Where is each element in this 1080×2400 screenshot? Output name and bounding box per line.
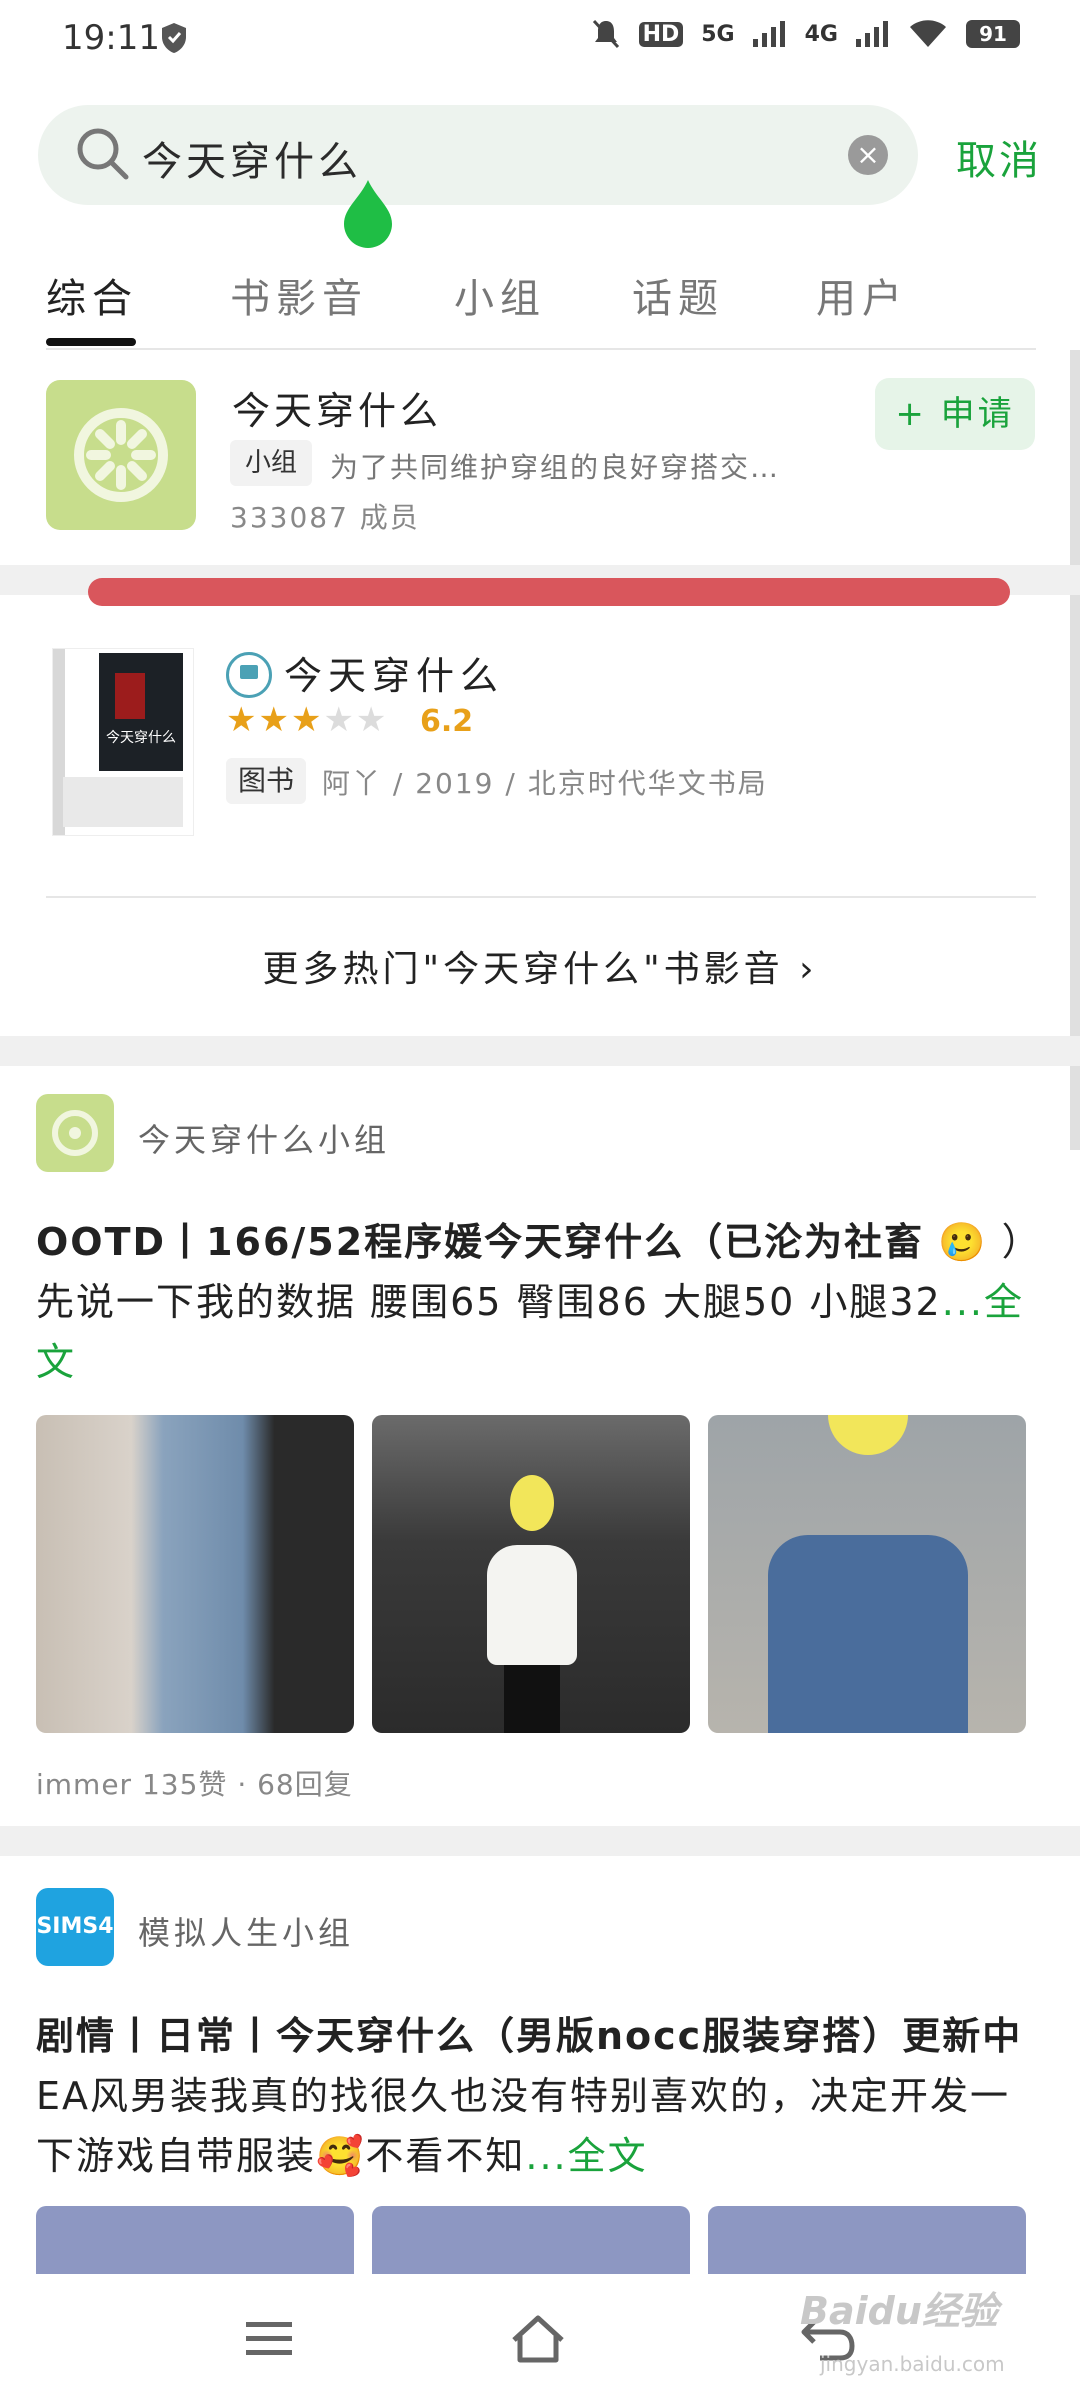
5g-label: 5G bbox=[701, 21, 735, 47]
home-icon[interactable] bbox=[508, 2314, 568, 2364]
battery-icon: 91 bbox=[966, 20, 1020, 48]
shield-icon bbox=[162, 23, 186, 53]
tab-indicator bbox=[46, 338, 136, 346]
post-content[interactable]: OOTD丨166/52程序媛今天穿什么（已沦为社畜 🥲 ）先说一下我的数据 腰围… bbox=[36, 1212, 1046, 1392]
book-cover[interactable]: 今天穿什么 bbox=[52, 648, 194, 836]
post-group-name[interactable]: 今天穿什么小组 bbox=[138, 1115, 390, 1161]
group-avatar[interactable]: SIMS4 bbox=[36, 1888, 114, 1966]
group-emblem-icon bbox=[52, 1110, 98, 1156]
cancel-button[interactable]: 取消 bbox=[956, 128, 1042, 186]
group-avatar[interactable] bbox=[36, 1094, 114, 1172]
book-meta: 阿丫 / 2019 / 北京时代华文书局 bbox=[322, 767, 768, 800]
section-gap bbox=[0, 1036, 1080, 1066]
emoji: 🥲 bbox=[938, 1220, 988, 1264]
wifi-icon bbox=[910, 20, 946, 47]
watermark-url: jingyan.baidu.com bbox=[820, 2352, 1005, 2376]
post-photo[interactable] bbox=[372, 1415, 690, 1733]
tab-media[interactable]: 书影音 bbox=[230, 266, 368, 324]
hd-label: HD bbox=[638, 21, 684, 47]
group-logo bbox=[46, 380, 196, 530]
group-result-card[interactable]: 今天穿什么 小组 为了共同维护穿组的良好穿搭交… 333087 成员 + 申请 bbox=[0, 350, 1080, 565]
group-description: 为了共同维护穿组的良好穿搭交… bbox=[330, 451, 781, 484]
status-icons: HD 5G 4G 91 bbox=[591, 18, 1020, 50]
group-member-count: 333087 成员 bbox=[230, 501, 420, 534]
signal-icon-2 bbox=[856, 21, 888, 47]
rating-stars: ★★★★★ bbox=[226, 700, 389, 740]
post-meta: immer 135赞 · 68回复 bbox=[36, 1768, 353, 1801]
status-time: 19:11 bbox=[62, 18, 160, 58]
post-photo[interactable] bbox=[708, 2206, 1026, 2276]
more-media-link[interactable]: 更多热门"今天穿什么"书影音 › bbox=[0, 940, 1080, 992]
post-group-name[interactable]: 模拟人生小组 bbox=[138, 1908, 354, 1954]
tab-all[interactable]: 综合 bbox=[46, 266, 138, 324]
tab-topics[interactable]: 话题 bbox=[632, 266, 724, 324]
book-type-badge: 图书 bbox=[226, 758, 306, 804]
tab-bar: 综合 书影音 小组 话题 用户 bbox=[0, 250, 1080, 350]
book-cover-title: 今天穿什么 bbox=[106, 730, 176, 746]
group-title[interactable]: 今天穿什么 bbox=[232, 380, 442, 435]
text-cursor-handle[interactable] bbox=[340, 178, 396, 248]
post-photo[interactable] bbox=[36, 1415, 354, 1733]
book-title[interactable]: 今天穿什么 bbox=[284, 645, 504, 700]
menu-icon[interactable] bbox=[246, 2322, 292, 2356]
group-emblem-icon bbox=[74, 408, 168, 502]
mute-bell-icon bbox=[592, 19, 619, 49]
post-photo[interactable] bbox=[708, 1415, 1026, 1733]
post-photo[interactable] bbox=[36, 2206, 354, 2276]
highlight-annotation bbox=[88, 578, 1010, 606]
book-icon bbox=[226, 652, 272, 698]
section-gap bbox=[0, 1826, 1080, 1856]
post-title: 剧情丨日常丨今天穿什么（男版nocc服装穿搭）更新中 bbox=[36, 2014, 1023, 2058]
post-title: OOTD丨166/52程序媛今天穿什么（已沦为社畜 bbox=[36, 1220, 925, 1264]
tab-groups[interactable]: 小组 bbox=[454, 266, 546, 324]
read-more-link[interactable]: ...全文 bbox=[525, 2134, 647, 2178]
search-input[interactable]: 今天穿什么 × bbox=[38, 105, 918, 205]
post-excerpt-2: 不看不知 bbox=[365, 2134, 526, 2178]
emoji: 🥰 bbox=[316, 2134, 366, 2178]
divider bbox=[46, 896, 1036, 898]
search-query[interactable]: 今天穿什么 bbox=[142, 129, 362, 187]
status-bar: 19:11 HD 5G 4G 91 bbox=[0, 0, 1080, 80]
signal-icon bbox=[752, 21, 785, 47]
apply-join-button[interactable]: + 申请 bbox=[875, 378, 1035, 450]
clear-icon[interactable]: × bbox=[848, 135, 888, 175]
group-type-badge: 小组 bbox=[230, 440, 312, 486]
post-content[interactable]: 剧情丨日常丨今天穿什么（男版nocc服装穿搭）更新中 EA风男装我真的找很久也没… bbox=[36, 2006, 1046, 2186]
4g-label: 4G bbox=[804, 21, 838, 47]
watermark: Baidu经验 bbox=[800, 2289, 998, 2333]
rating-score: 6.2 bbox=[420, 704, 474, 739]
post-photo[interactable] bbox=[372, 2206, 690, 2276]
tab-users[interactable]: 用户 bbox=[816, 266, 908, 324]
search-icon bbox=[77, 128, 129, 180]
